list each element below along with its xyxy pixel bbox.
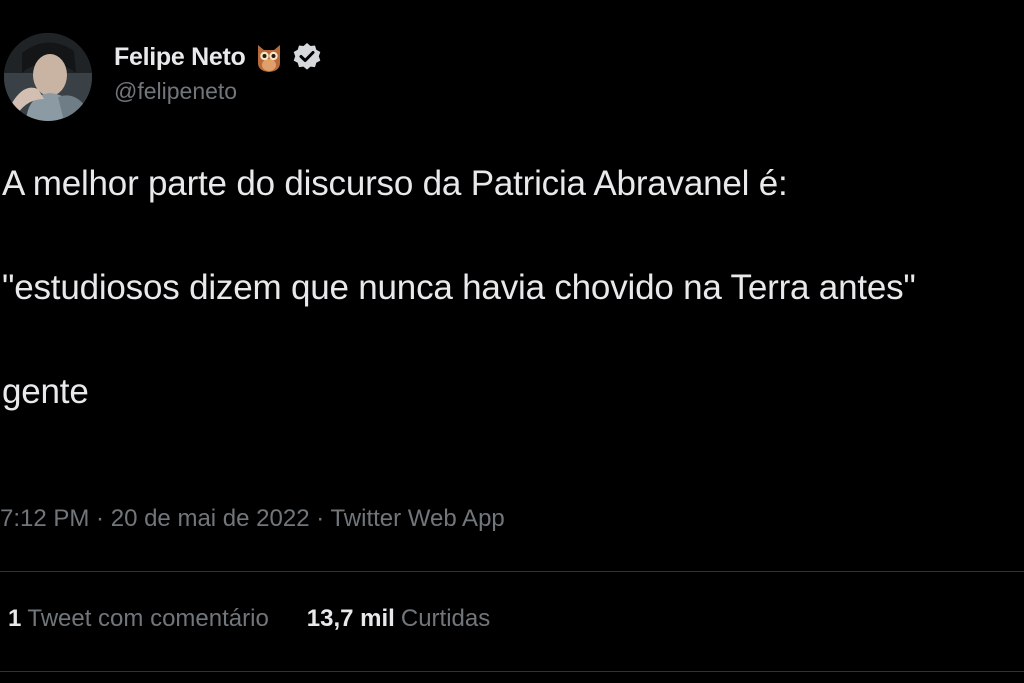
tweet-metadata: 7:12 PM · 20 de mai de 2022 · Twitter We… xyxy=(0,505,505,533)
verified-badge-icon[interactable] xyxy=(291,41,323,73)
author-block: Felipe Neto @felipeneto xyxy=(114,40,323,105)
likes-stat[interactable]: 13,7 mil Curtidas xyxy=(307,605,490,633)
meta-separator: · xyxy=(309,505,331,532)
avatar[interactable] xyxy=(4,33,92,121)
tweet-stats: 1 Tweet com comentário 13,7 mil Curtidas xyxy=(8,605,490,633)
tweet-time[interactable]: 7:12 PM xyxy=(0,505,89,532)
meta-separator: · xyxy=(89,505,111,532)
quote-tweets-label: Tweet com comentário xyxy=(27,605,269,632)
tweet-text-line: gente xyxy=(2,372,89,411)
author-handle[interactable]: @felipeneto xyxy=(114,78,323,105)
tweet-date[interactable]: 20 de mai de 2022 xyxy=(111,505,310,532)
quote-tweets-stat[interactable]: 1 Tweet com comentário xyxy=(8,605,269,633)
tweet-text-line: A melhor parte do discurso da Patricia A… xyxy=(2,164,788,203)
tweet-source[interactable]: Twitter Web App xyxy=(330,505,504,532)
likes-label: Curtidas xyxy=(400,605,491,632)
author-name-row: Felipe Neto xyxy=(114,40,323,74)
avatar-photo-icon xyxy=(4,33,92,121)
tweet-text-line: "estudiosos dizem que nunca havia chovid… xyxy=(2,268,916,307)
likes-count: 13,7 mil xyxy=(306,605,395,632)
tweet-detail: Felipe Neto @felipeneto A melhor parte d… xyxy=(0,0,1024,683)
owl-icon xyxy=(255,41,283,73)
quote-tweets-count: 1 xyxy=(8,605,22,632)
divider xyxy=(0,671,1024,672)
author-display-name[interactable]: Felipe Neto xyxy=(114,43,246,72)
divider xyxy=(0,571,1024,572)
tweet-text: A melhor parte do discurso da Patricia A… xyxy=(2,158,1022,418)
